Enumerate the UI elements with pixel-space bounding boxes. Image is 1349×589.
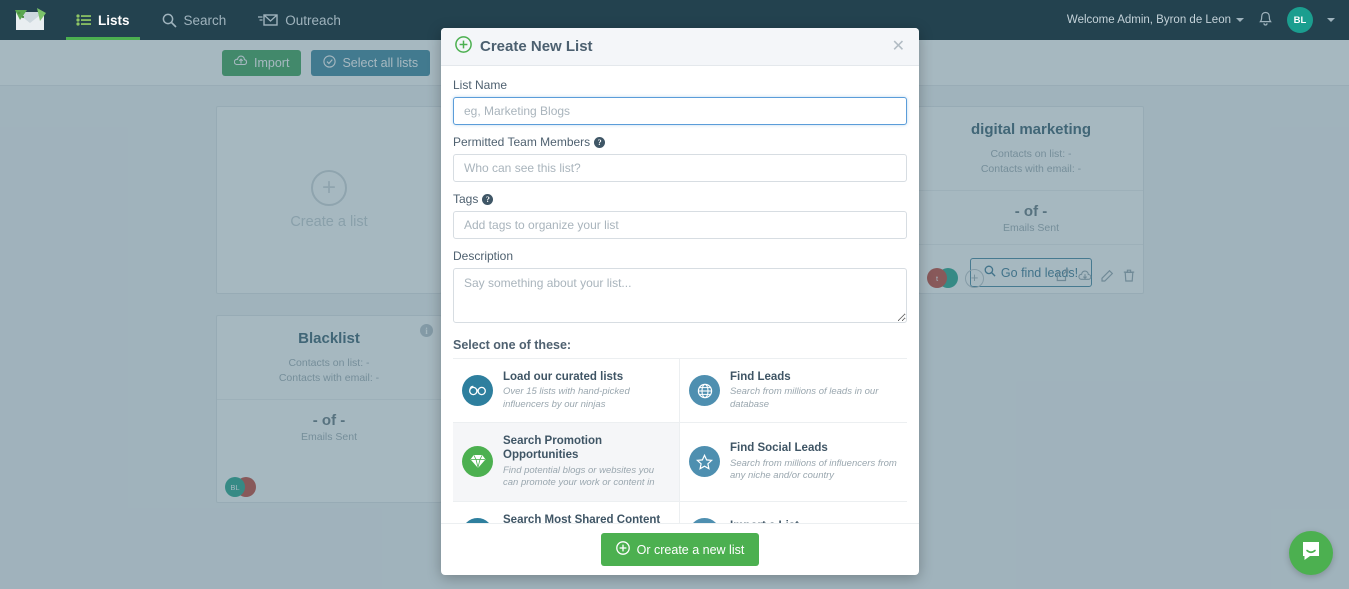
field-permitted-team-members: Permitted Team Members ? [453,135,907,182]
brand-logo[interactable] [0,0,60,40]
option-title: Find Social Leads [730,442,828,455]
modal-title: Create New List [480,38,593,55]
chat-launcher-button[interactable] [1289,531,1333,575]
nav-label-outreach: Outreach [285,12,341,28]
glasses-icon [462,375,493,407]
close-icon[interactable]: ✕ [892,38,905,55]
option-title: Search Promotion Opportunities [503,435,603,462]
option-desc: Search from millions of leads in our dat… [730,386,879,410]
list-icon [76,14,91,26]
option-text: Find Leads Search from millions of leads… [730,370,898,411]
option-load-curated-lists[interactable]: Load our curated lists Over 15 lists wit… [453,359,680,424]
modal-header: Create New List ✕ [441,28,919,66]
option-text: Search Promotion Opportunities Find pote… [503,434,670,489]
option-search-promotion-opportunities[interactable]: Search Promotion Opportunities Find pote… [453,423,680,502]
tags-input[interactable] [453,211,907,239]
question-icon[interactable]: ? [594,136,606,148]
option-find-leads[interactable]: Find Leads Search from millions of leads… [680,359,907,424]
avatar[interactable]: BL [1287,7,1313,33]
tags-label-text: Tags [453,192,479,206]
modal-footer: Or create a new list [441,523,919,575]
or-create-a-new-list-label: Or create a new list [636,542,745,557]
modal-body: List Name Permitted Team Members ? Tags … [441,66,919,523]
option-title: Search Most Shared Content [503,513,661,524]
permitted-team-members-label-text: Permitted Team Members [453,135,591,149]
nav-items: Lists Search Outreach [60,0,357,40]
list-name-label: List Name [453,78,508,92]
option-grid: Load our curated lists Over 15 lists wit… [453,358,907,523]
permitted-team-members-label: Permitted Team Members ? [453,135,907,149]
chevron-down-icon [1236,18,1244,22]
outreach-envelope-icon [258,13,278,27]
permitted-team-members-input[interactable] [453,154,907,182]
description-textarea[interactable] [453,268,907,323]
diamond-icon [462,446,493,478]
star-icon [689,446,720,478]
or-create-a-new-list-button[interactable]: Or create a new list [600,533,760,566]
option-desc: Search from millions of influencers from… [730,457,897,481]
app-root: Lists Search Outreach Welcome Admin, Byr… [0,0,1349,589]
chat-bubble-icon [1299,539,1323,568]
bell-icon[interactable] [1258,11,1273,30]
avatar-initials: BL [1293,14,1307,26]
tags-label: Tags ? [453,192,907,206]
nav-right-section: Welcome Admin, Byron de Leon BL [1067,7,1349,33]
globe-icon [689,375,720,407]
option-text: Find Social Leads Search from millions o… [730,441,898,482]
option-desc: Find potential blogs or websites you can… [503,464,655,489]
avatar-chevron-down-icon[interactable] [1327,18,1335,22]
field-list-name: List Name [453,78,907,125]
field-description: Description [453,249,907,328]
option-import-a-list[interactable]: Import a List Import your own list of le… [680,502,907,523]
nav-label-search: Search [183,12,227,28]
nav-label-lists: Lists [98,12,130,28]
plus-circle-icon [615,541,630,558]
description-label: Description [453,249,514,263]
list-name-input[interactable] [453,97,907,125]
user-menu[interactable]: Welcome Admin, Byron de Leon [1067,14,1244,26]
option-text: Search Most Shared Content Find out what… [503,513,670,524]
envelope-logo-icon [13,7,47,33]
nav-item-lists[interactable]: Lists [60,0,146,40]
option-desc: Over 15 lists with hand-picked influence… [503,386,630,410]
option-title: Find Leads [730,371,791,383]
plus-circle-icon [455,35,472,58]
option-find-social-leads[interactable]: Find Social Leads Search from millions o… [680,423,907,502]
question-icon[interactable]: ? [482,193,494,205]
field-tags: Tags ? [453,192,907,239]
option-title: Load our curated lists [503,371,624,383]
nav-item-search[interactable]: Search [146,0,243,40]
select-one-heading: Select one of these: [453,338,572,352]
welcome-label: Welcome Admin, Byron de Leon [1066,14,1231,26]
option-text: Load our curated lists Over 15 lists wit… [503,370,670,411]
nav-item-outreach[interactable]: Outreach [242,0,357,40]
option-search-most-shared-content[interactable]: Search Most Shared Content Find out what… [453,501,680,524]
create-new-list-modal: Create New List ✕ List Name Permitted Te… [441,28,919,575]
search-icon [162,13,177,28]
